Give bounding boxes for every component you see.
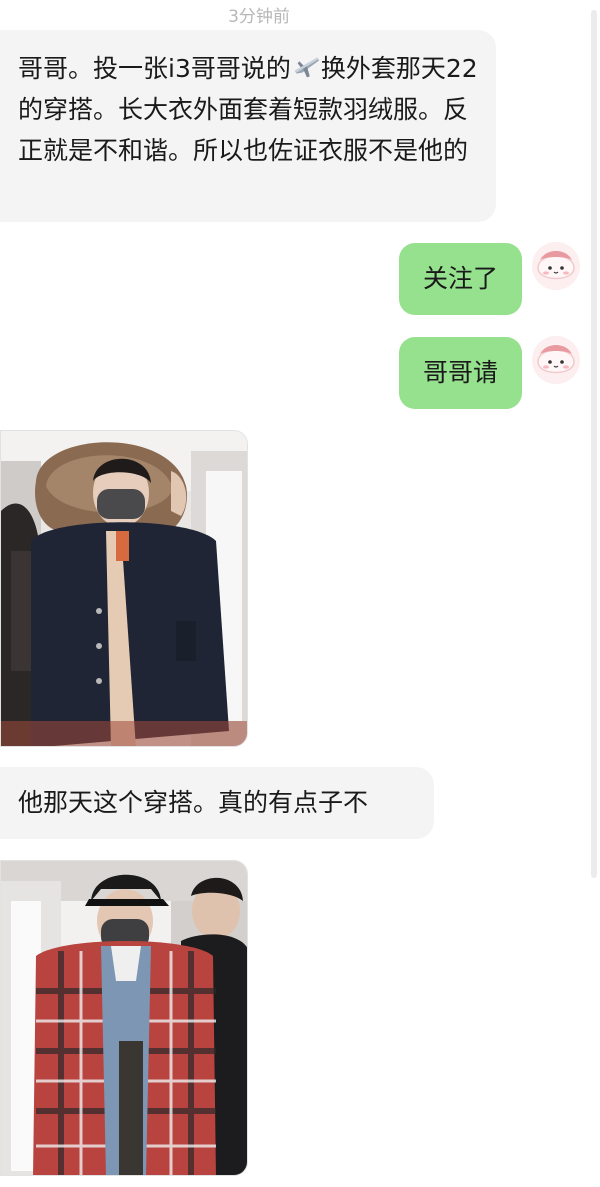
image-message[interactable] [0,430,248,747]
image-message[interactable] [0,860,248,1176]
user-avatar[interactable] [532,242,580,290]
message-text: 哥哥。投一张i3哥哥说的 [18,54,291,83]
photo-person-dark-parka [1,431,247,746]
cartoon-avatar-icon [532,336,580,384]
incoming-message-bubble[interactable]: 他那天这个穿搭。真的有点子不对。 [0,767,434,889]
outgoing-message-bubble[interactable]: 哥哥请 [399,337,522,409]
outgoing-message-bubble[interactable]: 关注了 [399,243,522,315]
user-avatar[interactable] [532,336,580,384]
photo-person-plaid-coat [1,861,247,1175]
scrollbar[interactable] [591,10,597,878]
airplane-icon [294,57,319,78]
incoming-message-bubble[interactable]: 哥哥。投一张i3哥哥说的 换外套那天22的穿搭。长大衣外面套着短款羽绒服。反正就… [0,30,496,222]
message-timestamp: 3分钟前 [228,7,290,27]
cartoon-avatar-icon [532,242,580,290]
